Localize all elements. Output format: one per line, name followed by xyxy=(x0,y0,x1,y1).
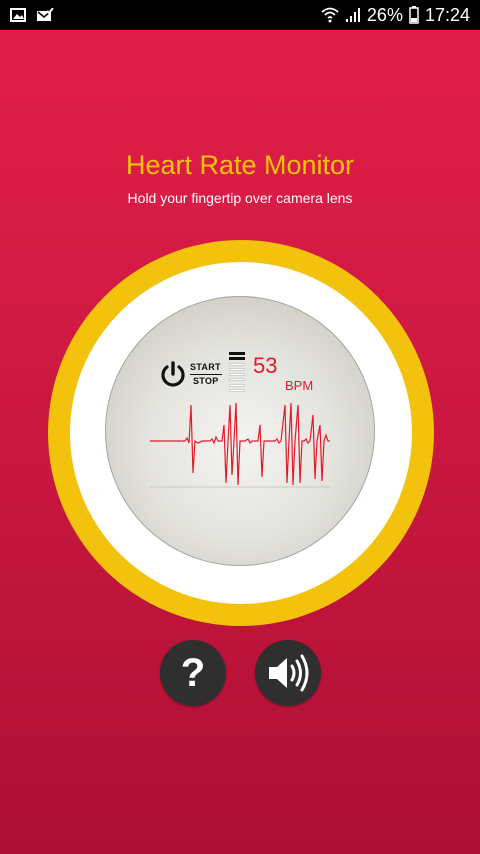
help-button[interactable]: ? xyxy=(160,640,226,706)
ecg-waveform xyxy=(150,402,330,488)
bpm-value: 53 xyxy=(253,353,278,378)
battery-percent: 26% xyxy=(366,4,403,25)
clock: 17:24 xyxy=(424,4,470,25)
app-subtitle: Hold your fingertip over camera lens xyxy=(127,190,353,206)
level-segment xyxy=(229,378,245,382)
app-title: Heart Rate Monitor xyxy=(125,150,355,180)
wifi-icon xyxy=(321,7,339,23)
gallery-icon xyxy=(10,8,26,22)
mail-check-icon xyxy=(36,8,54,22)
signal-level-meter xyxy=(229,352,245,394)
status-bar: 26% 17:24 xyxy=(0,0,480,30)
speaker-icon xyxy=(269,654,309,692)
level-segment xyxy=(229,362,245,366)
bpm-unit: BPM xyxy=(285,378,314,393)
start-label[interactable]: START xyxy=(190,362,221,372)
ecg-trace xyxy=(150,402,330,486)
sound-button[interactable] xyxy=(255,640,321,706)
question-mark-icon: ? xyxy=(180,651,206,695)
stop-label[interactable]: STOP xyxy=(193,376,219,386)
signal-icon xyxy=(345,7,361,23)
power-icon[interactable] xyxy=(159,360,187,388)
level-segment xyxy=(229,367,245,371)
level-segment xyxy=(229,388,245,392)
battery-icon xyxy=(409,6,419,24)
level-segment xyxy=(229,373,245,376)
level-segment xyxy=(229,357,245,361)
start-stop-divider xyxy=(190,374,222,375)
level-segment xyxy=(229,383,245,387)
level-segment xyxy=(229,352,245,355)
